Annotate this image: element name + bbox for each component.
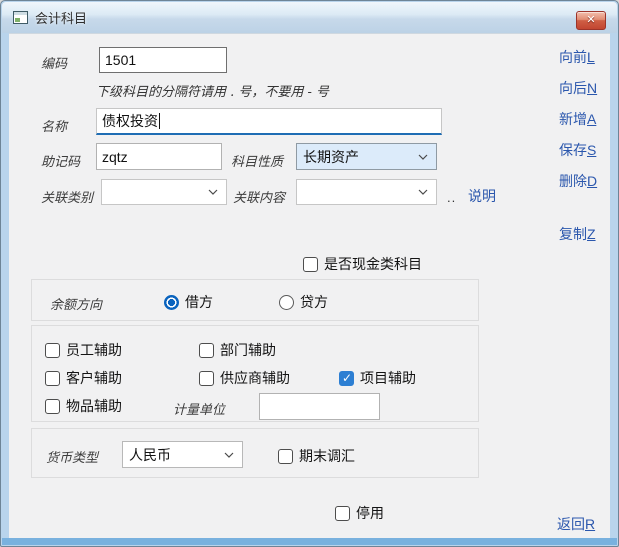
debit-label: 借方 xyxy=(185,292,213,312)
name-value: 债权投资 xyxy=(102,111,158,131)
delete-accel: D xyxy=(587,173,597,189)
code-input[interactable]: 1501 xyxy=(99,47,227,73)
name-label: 名称 xyxy=(41,116,67,135)
nature-label: 科目性质 xyxy=(231,151,283,170)
checkbox-icon xyxy=(45,343,60,358)
mnemonic-input[interactable]: zqtz xyxy=(96,143,222,170)
employee-aux-checkbox[interactable]: 员工辅助 xyxy=(45,340,122,360)
back-accel: R xyxy=(585,516,595,532)
window-icon xyxy=(13,11,28,24)
checkbox-icon xyxy=(278,449,293,464)
checkbox-icon xyxy=(45,399,60,414)
close-button[interactable]: ✕ xyxy=(576,11,606,30)
disable-label: 停用 xyxy=(356,503,384,523)
chevron-down-icon xyxy=(208,189,218,195)
backward-accel: N xyxy=(587,80,597,96)
cash-subject-checkbox[interactable]: 是否现金类科目 xyxy=(303,254,422,274)
project-aux-label: 项目辅助 xyxy=(360,368,416,388)
checkbox-icon xyxy=(199,343,214,358)
code-note: 下级科目的分隔符请用 . 号，不要用 - 号 xyxy=(96,81,329,100)
related-content-select[interactable] xyxy=(296,179,437,205)
back-label: 返回 xyxy=(557,516,585,532)
credit-label: 贷方 xyxy=(300,292,328,312)
checkbox-icon xyxy=(335,506,350,521)
debit-radio[interactable]: 借方 xyxy=(164,292,213,312)
window-title: 会计科目 xyxy=(35,8,87,27)
code-value: 1501 xyxy=(105,52,136,68)
currency-label: 货币类型 xyxy=(46,447,98,466)
checkbox-icon xyxy=(303,257,318,272)
delete-button[interactable]: 删除D xyxy=(559,171,597,191)
checkbox-icon xyxy=(199,371,214,386)
mnemonic-value: zqtz xyxy=(102,149,128,165)
unit-input[interactable] xyxy=(259,393,380,420)
auxiliary-group: 员工辅助 部门辅助 客户辅助 供应商辅助 项目辅助 物品辅助 计 xyxy=(31,325,479,422)
fx-adjust-checkbox[interactable]: 期末调汇 xyxy=(278,446,355,466)
related-content-label: 关联内容 xyxy=(233,187,285,206)
supplier-aux-checkbox[interactable]: 供应商辅助 xyxy=(199,368,290,388)
add-label: 新增 xyxy=(559,111,587,127)
save-button[interactable]: 保存S xyxy=(559,140,596,160)
text-caret xyxy=(159,113,160,129)
save-accel: S xyxy=(587,142,596,158)
mnemonic-label: 助记码 xyxy=(41,151,80,170)
forward-label: 向前 xyxy=(559,49,587,65)
related-category-select[interactable] xyxy=(101,179,227,205)
employee-aux-label: 员工辅助 xyxy=(66,340,122,360)
copy-label: 复制 xyxy=(559,226,587,242)
delete-label: 删除 xyxy=(559,173,587,189)
add-button[interactable]: 新增A xyxy=(559,109,596,129)
nature-select[interactable]: 长期资产 xyxy=(296,143,437,170)
add-accel: A xyxy=(587,111,596,127)
forward-button[interactable]: 向前L xyxy=(559,47,595,67)
backward-label: 向后 xyxy=(559,80,587,96)
window-bottom-edge xyxy=(2,538,617,545)
checkbox-icon xyxy=(45,371,60,386)
radio-icon xyxy=(279,295,294,310)
forward-accel: L xyxy=(587,49,595,65)
customer-aux-label: 客户辅助 xyxy=(66,368,122,388)
currency-select[interactable]: 人民币 xyxy=(122,441,243,468)
project-aux-checkbox[interactable]: 项目辅助 xyxy=(339,368,416,388)
chevron-down-icon xyxy=(418,154,428,160)
cash-subject-label: 是否现金类科目 xyxy=(324,254,422,274)
close-icon: ✕ xyxy=(586,15,595,26)
copy-accel: Z xyxy=(587,226,596,242)
back-button[interactable]: 返回R xyxy=(557,514,595,534)
department-aux-label: 部门辅助 xyxy=(220,340,276,360)
currency-group: 货币类型 人民币 期末调汇 xyxy=(31,428,479,478)
form-content: 编码 1501 下级科目的分隔符请用 . 号，不要用 - 号 名称 债权投资 助… xyxy=(9,33,610,538)
department-aux-checkbox[interactable]: 部门辅助 xyxy=(199,340,276,360)
nature-value: 长期资产 xyxy=(303,147,359,167)
code-label: 编码 xyxy=(41,53,67,72)
credit-radio[interactable]: 贷方 xyxy=(279,292,328,312)
name-input[interactable]: 债权投资 xyxy=(96,108,442,135)
save-label: 保存 xyxy=(559,142,587,158)
fx-adjust-label: 期末调汇 xyxy=(299,446,355,466)
checkbox-icon xyxy=(339,371,354,386)
disable-checkbox[interactable]: 停用 xyxy=(335,503,384,523)
balance-direction-label: 余额方向 xyxy=(50,294,102,313)
accounting-subject-dialog: 会计科目 ✕ 编码 1501 下级科目的分隔符请用 . 号，不要用 - 号 名称… xyxy=(0,0,619,547)
supplier-aux-label: 供应商辅助 xyxy=(220,368,290,388)
unit-label: 计量单位 xyxy=(173,399,225,418)
item-aux-label: 物品辅助 xyxy=(66,396,122,416)
item-aux-checkbox[interactable]: 物品辅助 xyxy=(45,396,122,416)
customer-aux-checkbox[interactable]: 客户辅助 xyxy=(45,368,122,388)
chevron-down-icon xyxy=(418,189,428,195)
title-bar[interactable]: 会计科目 ✕ xyxy=(2,2,617,33)
copy-button[interactable]: 复制Z xyxy=(559,224,596,244)
more-button[interactable]: .. xyxy=(447,190,456,205)
radio-icon xyxy=(164,295,179,310)
explain-link[interactable]: 说明 xyxy=(468,186,496,206)
backward-button[interactable]: 向后N xyxy=(559,78,597,98)
balance-direction-group: 余额方向 借方 贷方 xyxy=(31,279,479,321)
chevron-down-icon xyxy=(224,452,234,458)
currency-value: 人民币 xyxy=(129,445,171,465)
related-category-label: 关联类别 xyxy=(41,187,93,206)
